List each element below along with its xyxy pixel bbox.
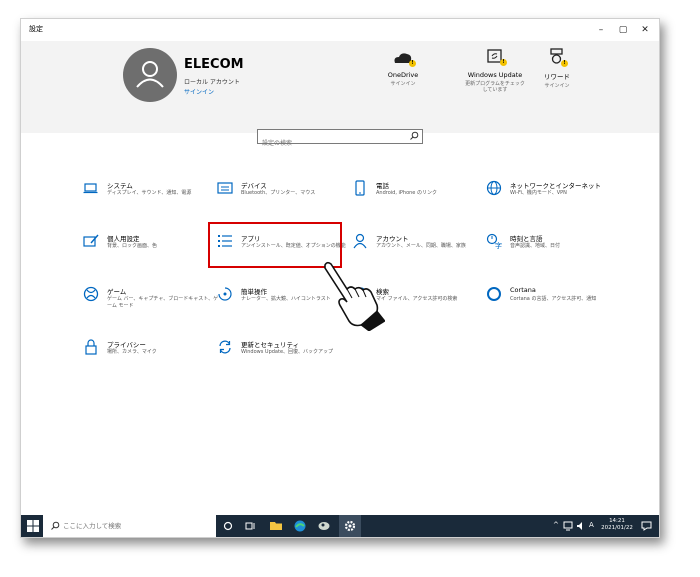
account-type: ローカル アカウント (184, 79, 240, 86)
clock-time: 14:21 (609, 518, 625, 524)
edge-button[interactable] (289, 515, 311, 537)
settings-taskbar-button[interactable] (339, 515, 361, 537)
header-item-rewards[interactable]: ! リワード サインイン (517, 47, 597, 89)
user-icon (136, 61, 164, 88)
category-title: 個人用設定 (107, 235, 140, 243)
clock-date: 2021/01/22 (601, 525, 633, 531)
category-desc: Android, iPhone のリンク (376, 190, 437, 196)
app-button[interactable] (313, 515, 335, 537)
category-title: システム (107, 182, 133, 190)
taskbar-search[interactable] (43, 515, 216, 537)
minimize-button[interactable]: – (591, 22, 611, 38)
settings-category-phone[interactable]: 電話 Android, iPhone のリンク (352, 180, 480, 214)
tray-chevron-icon[interactable]: ^ (553, 521, 559, 529)
onedrive-label: OneDrive (387, 71, 419, 79)
network-icon[interactable] (563, 521, 573, 531)
trophy-icon (550, 48, 563, 64)
gear-icon (344, 520, 356, 532)
cloud-icon (394, 53, 413, 63)
warning-icon: ! (561, 60, 568, 67)
folder-icon (270, 522, 282, 530)
warning-icon: ! (500, 59, 507, 66)
settings-category-privacy[interactable]: プライバシー 場所、カメラ、マイク (83, 339, 211, 373)
category-title: 時刻と言語 (510, 235, 543, 243)
refresh-icon (219, 340, 231, 354)
maximize-button[interactable]: ▢ (613, 22, 633, 38)
category-title: ネットワークとインターネット (510, 182, 601, 190)
category-desc: ディスプレイ、サウンド、通知、電源 (107, 190, 192, 196)
search-input[interactable] (258, 137, 408, 150)
settings-category-update-security[interactable]: 更新とセキュリティ Windows Update、回復、バックアップ (217, 339, 345, 373)
settings-search[interactable] (257, 129, 423, 150)
category-title: Cortana (510, 286, 536, 294)
window-title: 設定 (29, 25, 43, 33)
category-title: デバイス (241, 182, 267, 190)
ime-indicator[interactable]: A (589, 521, 594, 529)
avatar[interactable] (123, 48, 177, 102)
signin-link[interactable]: サインイン (184, 87, 214, 96)
category-desc: ゲーム バー、キャプチャ、ブロードキャスト、ゲーム モード (107, 296, 219, 309)
settings-window: 設定 – ▢ ✕ ELECOM ローカル アカウント サインイン ! OneDr… (20, 18, 660, 538)
task-view-button[interactable] (239, 515, 261, 537)
settings-category-gaming[interactable]: ゲーム ゲーム バー、キャプチャ、ブロードキャスト、ゲーム モード (83, 286, 218, 320)
windows-start-icon[interactable] (27, 520, 39, 532)
taskbar-clock[interactable]: 14:21 2021/01/22 (599, 518, 635, 532)
category-desc: Cortana の言語、アクセス許可、通知 (510, 296, 597, 302)
cortana-icon (487, 287, 501, 301)
category-desc: Windows Update、回復、バックアップ (241, 349, 334, 355)
close-button[interactable]: ✕ (635, 22, 655, 38)
phone-icon (355, 180, 365, 196)
circle-icon (223, 521, 233, 531)
settings-category-time-language[interactable]: 字 時刻と言語 音声認識、地域、日付 (486, 233, 614, 267)
category-title: 簡単操作 (241, 288, 267, 296)
onedrive-sub: サインイン (390, 81, 416, 87)
rewards-label: リワード (544, 73, 570, 81)
settings-category-personalization[interactable]: 個人用設定 背景、ロック画面、色 (83, 233, 211, 267)
laptop-icon (83, 183, 98, 194)
category-title: 更新とセキュリティ (241, 341, 300, 349)
ease-of-access-icon (218, 287, 232, 301)
settings-header: ELECOM ローカル アカウント サインイン ! OneDrive サインイン… (21, 41, 659, 133)
svg-text:字: 字 (495, 241, 502, 249)
rewards-sub: サインイン (544, 83, 570, 89)
edge-icon (294, 520, 306, 532)
search-icon (51, 521, 60, 530)
category-desc: 背景、ロック画面、色 (107, 243, 158, 249)
paint-icon (83, 234, 99, 247)
globe-icon (486, 180, 502, 196)
taskbar: ^ A 14:21 2021/01/22 (21, 515, 659, 537)
cortana-button[interactable] (217, 515, 239, 537)
settings-category-cortana[interactable]: Cortana Cortana の言語、アクセス許可、通知 (486, 286, 614, 320)
category-desc: 音声認識、地域、日付 (510, 243, 561, 249)
xbox-icon (83, 286, 99, 302)
language-icon: 字 (486, 233, 502, 249)
settings-category-system[interactable]: システム ディスプレイ、サウンド、通知、電源 (83, 180, 211, 214)
person-icon (353, 233, 367, 249)
settings-category-network[interactable]: ネットワークとインターネット Wi-Fi、機内モード、VPN (486, 180, 614, 214)
category-desc: アカウント、メール、同期、職場、家族 (376, 243, 466, 249)
category-title: ゲーム (107, 288, 127, 296)
category-title: アカウント (376, 235, 409, 243)
category-desc: Bluetooth、プリンター、マウス (241, 190, 316, 196)
settings-category-devices[interactable]: デバイス Bluetooth、プリンター、マウス (217, 180, 345, 214)
app-icon (318, 522, 330, 530)
keyboard-icon (217, 182, 233, 194)
category-desc: 場所、カメラ、マイク (107, 349, 157, 355)
lock-icon (85, 339, 97, 355)
header-item-onedrive[interactable]: ! OneDrive サインイン (363, 47, 443, 87)
title-bar[interactable]: 設定 – ▢ ✕ (21, 19, 659, 41)
taskbar-search-input[interactable] (63, 520, 203, 532)
category-desc: マイ ファイル、アクセス許可の検索 (376, 296, 458, 302)
task-view-icon (245, 522, 255, 530)
category-title: 電話 (376, 182, 389, 190)
volume-icon[interactable] (576, 521, 586, 531)
file-explorer-button[interactable] (265, 515, 287, 537)
category-desc: Wi-Fi、機内モード、VPN (510, 190, 567, 196)
category-title: プライバシー (107, 341, 146, 349)
warning-icon: ! (409, 60, 416, 67)
search-icon[interactable] (409, 131, 419, 141)
pointing-hand-icon (324, 261, 385, 331)
notification-icon[interactable] (641, 521, 652, 531)
user-name: ELECOM (184, 57, 244, 72)
